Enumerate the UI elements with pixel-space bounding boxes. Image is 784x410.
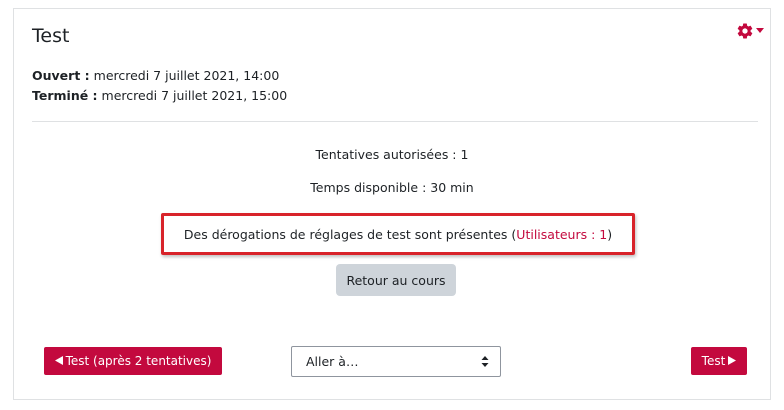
previous-activity-label: Test (après 2 tentatives) (65, 354, 212, 368)
page-title: Test (32, 25, 70, 47)
overrides-text-after: ) (607, 226, 613, 242)
close-date-value: mercredi 7 juillet 2021, 15:00 (101, 88, 288, 103)
attempts-allowed: Tentatives autorisées : 1 (315, 147, 469, 162)
close-date-label: Terminé : (32, 88, 98, 103)
next-activity-button[interactable]: Test (691, 347, 747, 375)
jump-to-select[interactable]: Aller à… (291, 346, 501, 377)
open-date-row: Ouvert : mercredi 7 juillet 2021, 14:00 (32, 66, 287, 86)
overrides-users-link[interactable]: Utilisateurs : 1 (516, 227, 607, 242)
close-date-row: Terminé : mercredi 7 juillet 2021, 15:00 (32, 86, 287, 106)
updown-arrows-icon (481, 355, 489, 371)
settings-menu-toggle[interactable] (736, 22, 764, 40)
open-date-value: mercredi 7 juillet 2021, 14:00 (93, 68, 280, 83)
left-triangle-icon (54, 354, 63, 368)
previous-activity-button[interactable]: Test (après 2 tentatives) (44, 347, 222, 375)
quiz-card: Test Ouvert : mercredi 7 juillet 2021, 1… (13, 8, 771, 400)
open-date-label: Ouvert : (32, 68, 90, 83)
gear-icon (736, 22, 754, 40)
time-limit: Temps disponible : 30 min (310, 180, 474, 195)
overrides-notice: Des dérogations de réglages de test sont… (161, 213, 635, 255)
jump-to-value: Aller à… (306, 354, 359, 369)
quiz-dates: Ouvert : mercredi 7 juillet 2021, 14:00 … (32, 66, 287, 106)
right-triangle-icon (728, 354, 737, 368)
caret-down-icon (756, 28, 764, 34)
divider (32, 121, 758, 122)
overrides-text-before: Des dérogations de réglages de test sont… (183, 226, 517, 242)
next-activity-label: Test (701, 354, 726, 368)
back-to-course-button[interactable]: Retour au cours (336, 264, 456, 296)
